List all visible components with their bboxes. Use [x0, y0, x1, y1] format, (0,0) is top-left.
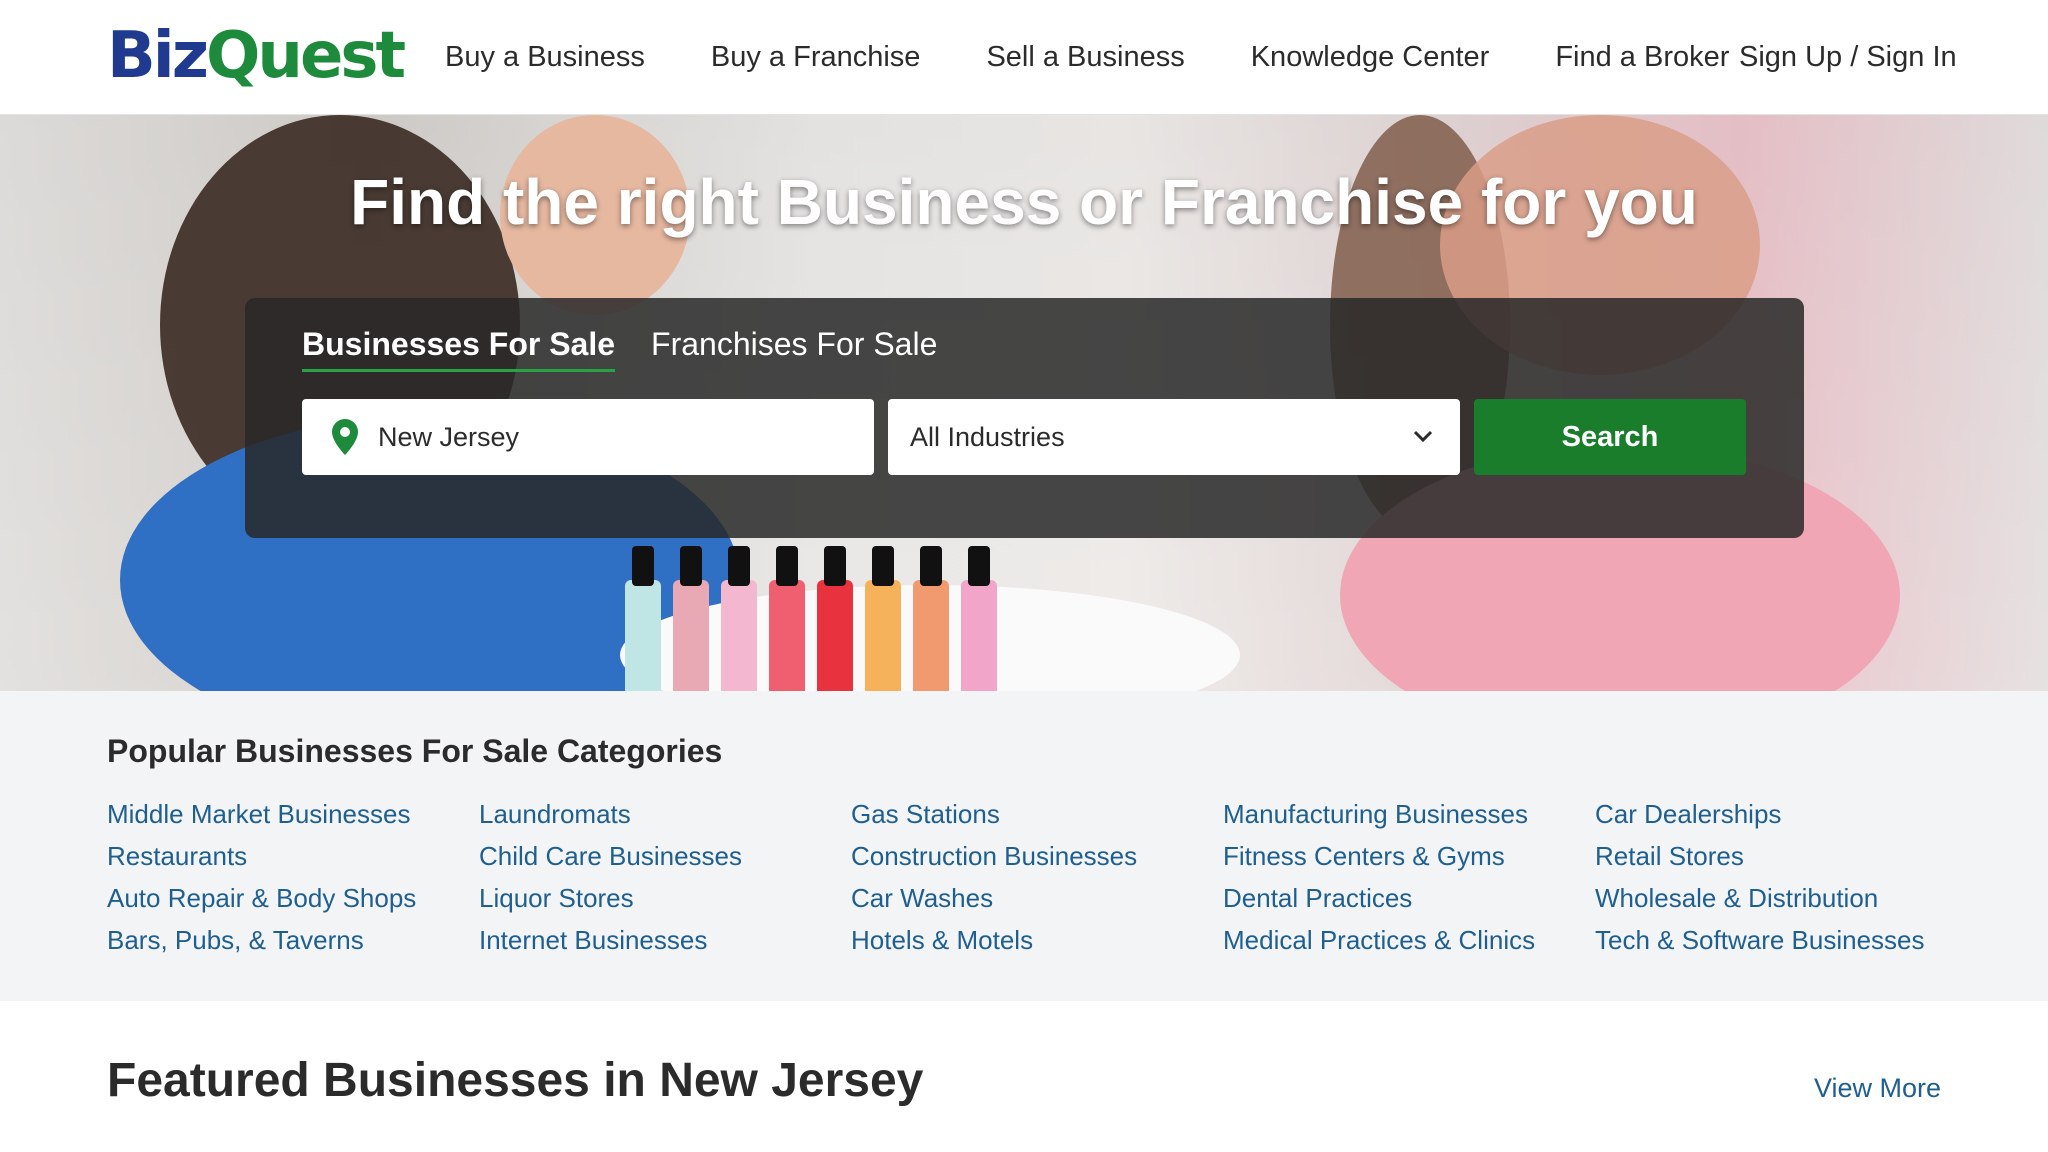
category-link[interactable]: Liquor Stores [479, 883, 851, 913]
nav-buy-business[interactable]: Buy a Business [445, 41, 645, 74]
nav-find-broker[interactable]: Find a Broker [1555, 41, 1729, 74]
category-link[interactable]: Manufacturing Businesses [1223, 799, 1595, 829]
category-link[interactable]: Car Washes [851, 883, 1223, 913]
search-panel: Businesses For Sale Franchises For Sale … [245, 298, 1804, 538]
nav-sell-business[interactable]: Sell a Business [986, 41, 1184, 74]
categories-grid: Middle Market Businesses Laundromats Gas… [107, 799, 1967, 955]
category-link[interactable]: Wholesale & Distribution [1595, 883, 1967, 913]
category-link[interactable]: Fitness Centers & Gyms [1223, 841, 1595, 871]
industry-select[interactable]: All Industries [888, 399, 1460, 475]
popular-categories: Popular Businesses For Sale Categories M… [0, 691, 2048, 1001]
category-link[interactable]: Bars, Pubs, & Taverns [107, 925, 479, 955]
category-link[interactable]: Auto Repair & Body Shops [107, 883, 479, 913]
featured-title: Featured Businesses in New Jersey [107, 1054, 924, 1107]
hero-title: Find the right Business or Franchise for… [350, 166, 1698, 238]
category-link[interactable]: Medical Practices & Clinics [1223, 925, 1595, 955]
search-button[interactable]: Search [1474, 399, 1746, 475]
category-link[interactable]: Laundromats [479, 799, 851, 829]
location-field[interactable] [302, 399, 874, 475]
tab-businesses-for-sale[interactable]: Businesses For Sale [302, 326, 616, 372]
view-more-link[interactable]: View More [1814, 1073, 1941, 1104]
category-link[interactable]: Construction Businesses [851, 841, 1223, 871]
main-nav: Buy a Business Buy a Franchise Sell a Bu… [445, 0, 1957, 115]
category-link[interactable]: Dental Practices [1223, 883, 1595, 913]
categories-title: Popular Businesses For Sale Categories [107, 733, 723, 769]
nav-buy-franchise[interactable]: Buy a Franchise [711, 41, 921, 74]
category-link[interactable]: Child Care Businesses [479, 841, 851, 871]
category-link[interactable]: Internet Businesses [479, 925, 851, 955]
search-tabs: Businesses For Sale Franchises For Sale [302, 326, 937, 372]
site-header: BizQuest Buy a Business Buy a Franchise … [0, 0, 2048, 115]
category-link[interactable]: Retail Stores [1595, 841, 1967, 871]
tab-franchises-for-sale[interactable]: Franchises For Sale [651, 326, 937, 372]
category-link[interactable]: Hotels & Motels [851, 925, 1223, 955]
logo-biz: Biz [107, 19, 209, 93]
category-link[interactable]: Middle Market Businesses [107, 799, 479, 829]
logo-quest: Quest [205, 19, 406, 93]
location-input[interactable] [378, 399, 858, 475]
category-link[interactable]: Gas Stations [851, 799, 1223, 829]
bizquest-logo[interactable]: BizQuest [107, 19, 406, 93]
chevron-down-icon [1413, 430, 1433, 443]
category-link[interactable]: Tech & Software Businesses [1595, 925, 1967, 955]
nail-polish-bottles [625, 580, 997, 691]
hero-banner: Find the right Business or Franchise for… [0, 115, 2048, 691]
industry-value: All Industries [910, 422, 1065, 452]
nav-knowledge-center[interactable]: Knowledge Center [1251, 41, 1490, 74]
location-pin-icon [332, 419, 358, 455]
category-link[interactable]: Restaurants [107, 841, 479, 871]
category-link[interactable]: Car Dealerships [1595, 799, 1967, 829]
signin-link[interactable]: Sign Up / Sign In [1739, 41, 1957, 74]
